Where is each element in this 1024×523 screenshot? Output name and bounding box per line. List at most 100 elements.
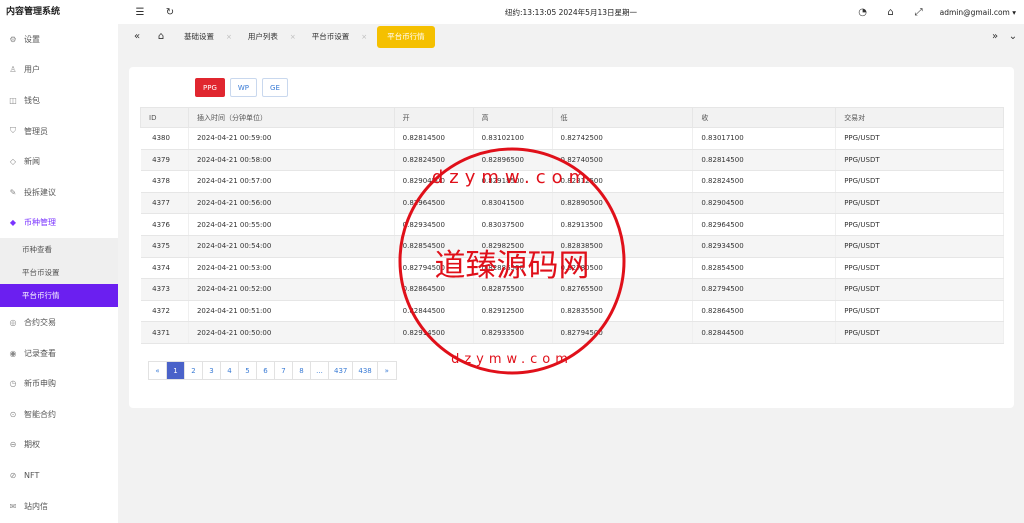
table-cell: 0.82740500 xyxy=(552,149,694,172)
table-cell: 4380 xyxy=(140,127,189,150)
table-cell: 0.82780500 xyxy=(552,257,694,280)
table-cell: PPG/USDT xyxy=(835,127,1004,150)
chevron-down-icon[interactable]: ⌄ xyxy=(1006,30,1020,44)
column-header[interactable]: ID xyxy=(140,107,189,128)
tab-item[interactable]: 用户列表 × xyxy=(242,26,302,48)
tab-label: 平台币设置 xyxy=(311,32,350,41)
sidebar-item-wallet[interactable]: ◫ 钱包 xyxy=(0,85,118,116)
table-cell: 0.82814500 xyxy=(692,149,837,172)
table-cell: 4375 xyxy=(140,235,189,258)
coin-button[interactable]: WP xyxy=(229,78,258,97)
table-cell: 0.82854500 xyxy=(394,235,474,258)
tab-label: 平台币行情 xyxy=(387,32,425,41)
sidebar-item-nft[interactable]: ⊘ NFT xyxy=(0,460,118,491)
table-row: 4377 2024-04-21 00:56:00 0.82964500 0.83041… xyxy=(140,192,1004,215)
theme-icon[interactable]: ◔ xyxy=(856,5,870,19)
table-cell: PPG/USDT xyxy=(835,192,1004,215)
sidebar-item-tag[interactable]: ◇ 新闻 xyxy=(0,146,118,177)
page-button[interactable]: 438 xyxy=(353,362,378,379)
table-cell: 0.82934500 xyxy=(394,213,474,236)
tab-item[interactable]: 平台币行情 xyxy=(377,25,435,48)
next-page-button[interactable]: » xyxy=(377,362,396,379)
menu-toggle-icon[interactable]: ☰ xyxy=(133,5,147,19)
coin-button[interactable]: PPG xyxy=(195,78,225,97)
table-cell: 0.82794500 xyxy=(552,321,694,344)
tab-label: 用户列表 xyxy=(247,32,278,41)
tab-item[interactable]: 平台币设置 × xyxy=(306,26,373,48)
tag-icon[interactable]: ⌂ xyxy=(884,5,898,19)
kline-table: ID 插入时间（分钟单位）开高低收交易对 4380 2024-04-21 00:59… xyxy=(140,107,1004,344)
wallet-icon: ◫ xyxy=(9,95,17,105)
table-cell: 2024-04-21 00:58:00 xyxy=(188,149,395,172)
submenu-item[interactable]: 币种查看 xyxy=(0,238,118,261)
tab-item[interactable]: 基础设置 × xyxy=(178,26,238,48)
close-icon[interactable]: × xyxy=(361,33,367,41)
table-cell: 0.82765500 xyxy=(552,278,694,301)
table-cell: 0.82844500 xyxy=(692,321,837,344)
page-button[interactable]: 3 xyxy=(203,362,221,379)
page-button[interactable]: 1 xyxy=(167,362,185,379)
coin-button[interactable]: GE xyxy=(262,78,288,97)
column-header[interactable]: 高 xyxy=(472,107,553,128)
sidebar-item-diamond[interactable]: ◆ 币种管理 xyxy=(0,208,118,239)
page-button[interactable]: 7 xyxy=(275,362,293,379)
scroll-left-icon[interactable]: « xyxy=(130,30,144,44)
sidebar-item-label: 新闻 xyxy=(24,157,40,167)
table-cell: PPG/USDT xyxy=(835,257,1004,280)
tab-bar: « ⌂ 基础设置 × 用户列表 × 平台币设置 × 平台币行情 » ⌄ xyxy=(118,24,1024,49)
column-header[interactable]: 交易对 xyxy=(835,107,1004,128)
sidebar-item-feedback[interactable]: ✎ 投拆建议 xyxy=(0,177,118,208)
sidebar-item-record[interactable]: ◉ 记录查看 xyxy=(0,338,118,369)
column-header[interactable]: 开 xyxy=(393,107,474,128)
page-button[interactable]: 437 xyxy=(329,362,354,379)
sidebar-item-label: 合约交易 xyxy=(24,317,56,327)
user-icon: ♙ xyxy=(9,65,17,75)
table-cell: 0.82875500 xyxy=(473,278,553,301)
table-cell: PPG/USDT xyxy=(835,149,1004,172)
sidebar-item-user[interactable]: ♙ 用户 xyxy=(0,55,118,86)
column-header[interactable]: 低 xyxy=(551,107,694,128)
sidebar-item-shield[interactable]: ⛉ 管理员 xyxy=(0,116,118,147)
page-button[interactable]: 2 xyxy=(185,362,203,379)
column-header[interactable]: 插入时间（分钟单位） xyxy=(187,107,395,128)
sidebar-item-label: 钱包 xyxy=(24,95,40,105)
table-cell: 2024-04-21 00:50:00 xyxy=(188,321,395,344)
fullscreen-icon[interactable]: ⤢ xyxy=(912,5,926,19)
sidebar-item-mail[interactable]: ✉ 站内信 xyxy=(0,491,118,522)
sidebar-item-smart-contract[interactable]: ⊙ 智能合约 xyxy=(0,399,118,430)
table-cell: 0.82835500 xyxy=(552,300,694,323)
refresh-icon[interactable]: ↻ xyxy=(163,5,177,19)
close-icon[interactable]: × xyxy=(226,33,232,41)
sidebar-item-contract[interactable]: ◎ 合约交易 xyxy=(0,307,118,338)
home-icon[interactable]: ⌂ xyxy=(154,30,168,44)
gear-icon: ⚙ xyxy=(9,34,17,44)
column-header[interactable]: 收 xyxy=(692,107,837,128)
table-cell: 2024-04-21 00:59:00 xyxy=(188,127,395,150)
table-cell: 4374 xyxy=(140,257,189,280)
table-cell: PPG/USDT xyxy=(835,235,1004,258)
table-cell: 4377 xyxy=(140,192,189,215)
page-button[interactable]: 5 xyxy=(239,362,257,379)
table-row: 4374 2024-04-21 00:53:00 0.82794500 0.82886… xyxy=(140,257,1004,280)
table-cell: 2024-04-21 00:53:00 xyxy=(188,257,395,280)
submenu-item[interactable]: 平台币设置 xyxy=(0,261,118,284)
page-button[interactable]: 8 xyxy=(293,362,311,379)
page-button[interactable]: ... xyxy=(311,362,329,379)
table-cell: 2024-04-21 00:57:00 xyxy=(188,170,395,193)
page-button[interactable]: 4 xyxy=(221,362,239,379)
record-icon: ◉ xyxy=(9,348,17,358)
page-button[interactable]: 6 xyxy=(257,362,275,379)
sidebar-item-gear[interactable]: ⚙ 设置 xyxy=(0,24,118,55)
submenu-item[interactable]: 平台币行情 xyxy=(0,284,118,308)
user-menu[interactable]: admin@gmail.com ▾ xyxy=(940,8,1016,17)
table-cell: 0.82982500 xyxy=(473,235,553,258)
table-cell: PPG/USDT xyxy=(835,278,1004,301)
prev-page-button[interactable]: « xyxy=(149,362,167,379)
table-cell: PPG/USDT xyxy=(835,321,1004,344)
scroll-right-icon[interactable]: » xyxy=(988,30,1002,44)
nft-icon: ⊘ xyxy=(9,470,17,480)
close-icon[interactable]: × xyxy=(290,33,296,41)
sidebar-item-clock[interactable]: ◷ 新币申购 xyxy=(0,368,118,399)
sidebar-item-option[interactable]: ⊖ 期权 xyxy=(0,430,118,461)
table-row: 4372 2024-04-21 00:51:00 0.82844500 0.82912… xyxy=(140,300,1004,323)
